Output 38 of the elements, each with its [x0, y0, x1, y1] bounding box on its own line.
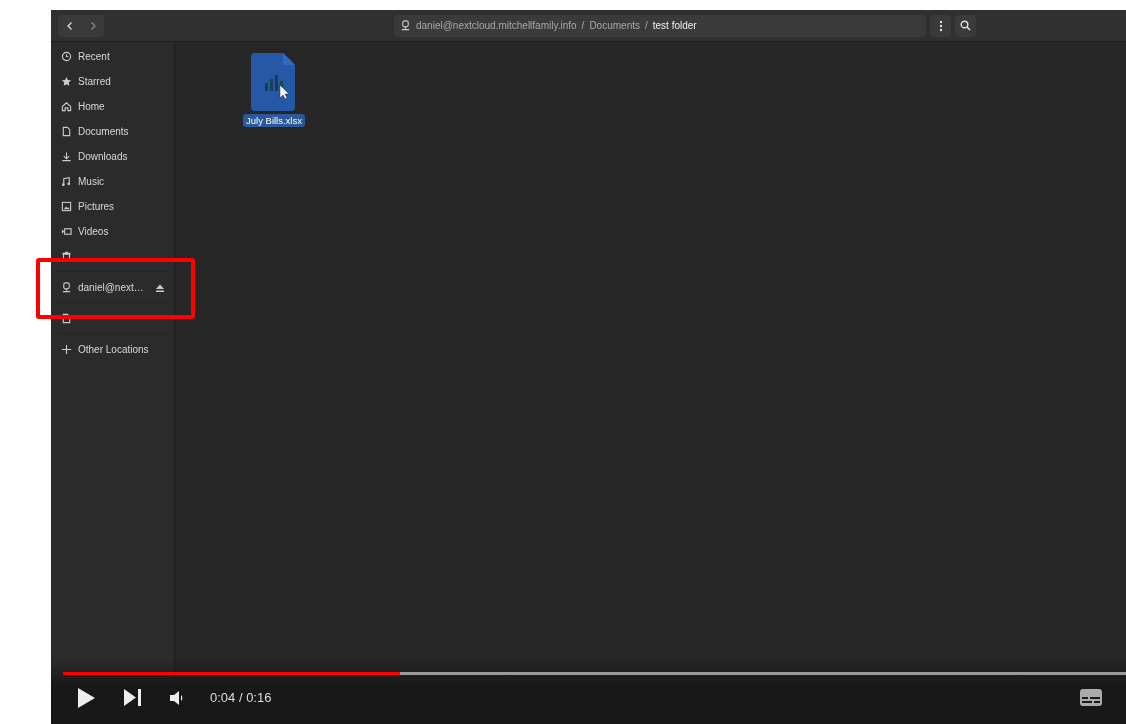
play-button[interactable]	[78, 687, 95, 708]
video-camera-icon	[61, 226, 72, 237]
sidebar-label[interactable]: Recent	[78, 51, 110, 62]
menu-icon	[938, 19, 943, 32]
spreadsheet-file-icon[interactable]	[251, 53, 297, 111]
music-icon	[61, 176, 72, 187]
sidebar-label[interactable]: Downloads	[78, 151, 128, 162]
time-display: 0:04 / 0:16	[210, 690, 273, 705]
eject-icon[interactable]	[155, 282, 165, 293]
progress-track[interactable]	[63, 672, 1126, 675]
network-drive-icon	[61, 282, 72, 293]
sidebar-label[interactable]: daniel@next…	[78, 282, 144, 293]
path-separator: /	[581, 20, 585, 31]
network-drive-icon	[400, 20, 411, 31]
file-name[interactable]: July Bills.xlsx	[243, 114, 305, 127]
picture-icon	[61, 201, 72, 212]
clock-icon	[61, 51, 72, 62]
house-icon	[61, 101, 72, 112]
path-segment[interactable]: daniel@nextcloud.mitchellfamily.info	[400, 20, 577, 31]
star-icon	[61, 76, 72, 87]
next-button[interactable]	[124, 689, 141, 706]
download-icon	[61, 151, 72, 162]
sidebar-label[interactable]: Music	[78, 176, 105, 187]
sidebar-label[interactable]: Starred	[78, 76, 111, 87]
menu-button[interactable]	[930, 14, 951, 37]
search-icon	[960, 20, 971, 31]
document-icon	[61, 126, 72, 137]
sidebar-label[interactable]: Documents	[78, 126, 129, 137]
path-segment[interactable]: test folder	[652, 20, 697, 31]
search-button[interactable]	[955, 14, 976, 37]
path-segment[interactable]: Documents	[589, 20, 640, 31]
sidebar-label[interactable]: Other Locations	[78, 344, 149, 355]
sidebar-label[interactable]: Home	[78, 101, 105, 112]
subtitles-button[interactable]	[1080, 689, 1102, 706]
sidebar-label[interactable]: Pictures	[78, 201, 115, 212]
plus-icon	[61, 344, 72, 355]
path-separator: /	[644, 20, 648, 31]
sidebar-label[interactable]: Videos	[78, 226, 109, 237]
